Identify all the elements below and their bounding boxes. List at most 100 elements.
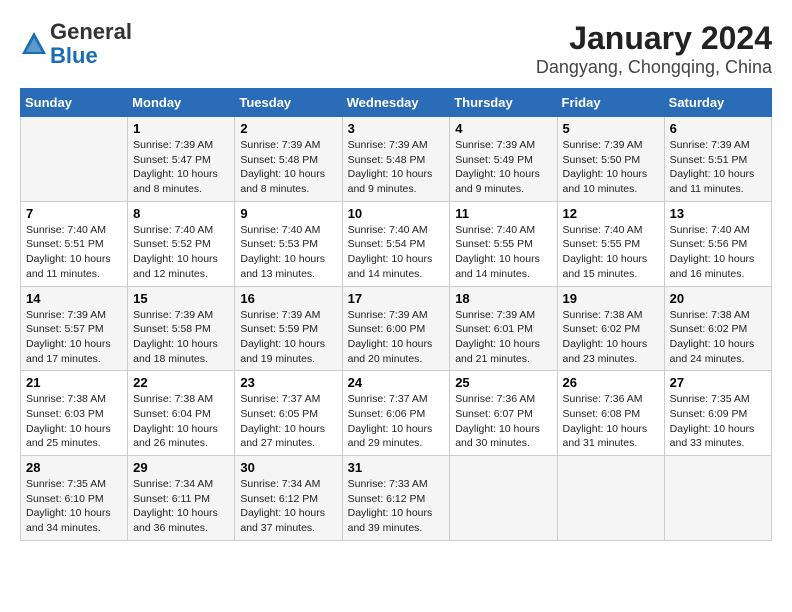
day-number: 20	[670, 291, 766, 306]
day-info: Sunrise: 7:38 AMSunset: 6:02 PMDaylight:…	[670, 308, 766, 367]
day-info: Sunrise: 7:39 AMSunset: 5:51 PMDaylight:…	[670, 138, 766, 197]
header-sunday: Sunday	[21, 89, 128, 117]
day-info: Sunrise: 7:38 AMSunset: 6:03 PMDaylight:…	[26, 392, 122, 451]
day-number: 9	[240, 206, 336, 221]
day-info: Sunrise: 7:40 AMSunset: 5:51 PMDaylight:…	[26, 223, 122, 282]
page-subtitle: Dangyang, Chongqing, China	[536, 57, 772, 78]
calendar-cell: 12Sunrise: 7:40 AMSunset: 5:55 PMDayligh…	[557, 201, 664, 286]
day-info: Sunrise: 7:39 AMSunset: 5:58 PMDaylight:…	[133, 308, 229, 367]
calendar-cell: 2Sunrise: 7:39 AMSunset: 5:48 PMDaylight…	[235, 117, 342, 202]
calendar-cell: 3 Sunrise: 7:39 AMSunset: 5:48 PMDaylight…	[342, 117, 450, 202]
page-header: General Blue January 2024 Dangyang, Chon…	[20, 20, 772, 78]
day-info: Sunrise: 7:35 AMSunset: 6:09 PMDaylight:…	[670, 392, 766, 451]
calendar-cell: 6 Sunrise: 7:39 AMSunset: 5:51 PMDaylight…	[664, 117, 771, 202]
page-title: January 2024	[536, 20, 772, 57]
day-info: Sunrise: 7:38 AMSunset: 6:04 PMDaylight:…	[133, 392, 229, 451]
day-number: 29	[133, 460, 229, 475]
calendar-cell: 11 Sunrise: 7:40 AMSunset: 5:55 PMDayligh…	[450, 201, 557, 286]
calendar-cell: 21 Sunrise: 7:38 AMSunset: 6:03 PMDayligh…	[21, 371, 128, 456]
day-number: 23	[240, 375, 336, 390]
day-number: 21	[26, 375, 122, 390]
calendar-cell: 9 Sunrise: 7:40 AMSunset: 5:53 PMDaylight…	[235, 201, 342, 286]
day-info: Sunrise: 7:39 AMSunset: 5:47 PMDaylight:…	[133, 138, 229, 197]
header-row: SundayMondayTuesdayWednesdayThursdayFrid…	[21, 89, 772, 117]
day-info: Sunrise: 7:39 AMSunset: 5:48 PMDaylight:…	[348, 138, 445, 197]
day-number: 3	[348, 121, 445, 136]
day-info: Sunrise: 7:40 AMSunset: 5:52 PMDaylight:…	[133, 223, 229, 282]
logo-text: General Blue	[50, 20, 132, 68]
day-number: 25	[455, 375, 551, 390]
header-saturday: Saturday	[664, 89, 771, 117]
day-info: Sunrise: 7:36 AMSunset: 6:08 PMDaylight:…	[563, 392, 659, 451]
calendar-cell: 29 Sunrise: 7:34 AMSunset: 6:11 PMDayligh…	[128, 456, 235, 541]
day-number: 4	[455, 121, 551, 136]
calendar-cell: 5Sunrise: 7:39 AMSunset: 5:50 PMDaylight…	[557, 117, 664, 202]
day-number: 7	[26, 206, 122, 221]
day-info: Sunrise: 7:39 AMSunset: 5:57 PMDaylight:…	[26, 308, 122, 367]
day-info: Sunrise: 7:40 AMSunset: 5:53 PMDaylight:…	[240, 223, 336, 282]
day-info: Sunrise: 7:34 AMSunset: 6:11 PMDaylight:…	[133, 477, 229, 536]
day-info: Sunrise: 7:39 AMSunset: 6:01 PMDaylight:…	[455, 308, 551, 367]
day-number: 14	[26, 291, 122, 306]
day-number: 18	[455, 291, 551, 306]
calendar-cell	[664, 456, 771, 541]
calendar-cell: 31Sunrise: 7:33 AMSunset: 6:12 PMDayligh…	[342, 456, 450, 541]
week-row-4: 21 Sunrise: 7:38 AMSunset: 6:03 PMDayligh…	[21, 371, 772, 456]
calendar-cell: 20 Sunrise: 7:38 AMSunset: 6:02 PMDayligh…	[664, 286, 771, 371]
day-info: Sunrise: 7:37 AMSunset: 6:06 PMDaylight:…	[348, 392, 445, 451]
day-info: Sunrise: 7:33 AMSunset: 6:12 PMDaylight:…	[348, 477, 445, 536]
day-number: 22	[133, 375, 229, 390]
day-info: Sunrise: 7:40 AMSunset: 5:55 PMDaylight:…	[563, 223, 659, 282]
day-info: Sunrise: 7:40 AMSunset: 5:55 PMDaylight:…	[455, 223, 551, 282]
calendar-cell: 16 Sunrise: 7:39 AMSunset: 5:59 PMDayligh…	[235, 286, 342, 371]
calendar-cell: 13 Sunrise: 7:40 AMSunset: 5:56 PMDayligh…	[664, 201, 771, 286]
day-number: 24	[348, 375, 445, 390]
day-info: Sunrise: 7:38 AMSunset: 6:02 PMDaylight:…	[563, 308, 659, 367]
day-number: 17	[348, 291, 445, 306]
calendar-cell: 4 Sunrise: 7:39 AMSunset: 5:49 PMDaylight…	[450, 117, 557, 202]
calendar-table: SundayMondayTuesdayWednesdayThursdayFrid…	[20, 88, 772, 541]
day-info: Sunrise: 7:34 AMSunset: 6:12 PMDaylight:…	[240, 477, 336, 536]
day-number: 26	[563, 375, 659, 390]
calendar-cell: 10 Sunrise: 7:40 AMSunset: 5:54 PMDayligh…	[342, 201, 450, 286]
calendar-cell	[557, 456, 664, 541]
day-info: Sunrise: 7:39 AMSunset: 5:49 PMDaylight:…	[455, 138, 551, 197]
day-number: 30	[240, 460, 336, 475]
day-number: 13	[670, 206, 766, 221]
header-friday: Friday	[557, 89, 664, 117]
calendar-cell: 17Sunrise: 7:39 AMSunset: 6:00 PMDayligh…	[342, 286, 450, 371]
day-info: Sunrise: 7:39 AMSunset: 5:59 PMDaylight:…	[240, 308, 336, 367]
calendar-cell: 1Sunrise: 7:39 AMSunset: 5:47 PMDaylight…	[128, 117, 235, 202]
week-row-3: 14 Sunrise: 7:39 AMSunset: 5:57 PMDayligh…	[21, 286, 772, 371]
week-row-1: 1Sunrise: 7:39 AMSunset: 5:47 PMDaylight…	[21, 117, 772, 202]
calendar-cell: 15 Sunrise: 7:39 AMSunset: 5:58 PMDayligh…	[128, 286, 235, 371]
day-number: 8	[133, 206, 229, 221]
day-number: 15	[133, 291, 229, 306]
week-row-2: 7 Sunrise: 7:40 AMSunset: 5:51 PMDaylight…	[21, 201, 772, 286]
calendar-cell	[450, 456, 557, 541]
header-thursday: Thursday	[450, 89, 557, 117]
day-number: 27	[670, 375, 766, 390]
day-info: Sunrise: 7:40 AMSunset: 5:56 PMDaylight:…	[670, 223, 766, 282]
day-number: 16	[240, 291, 336, 306]
day-number: 28	[26, 460, 122, 475]
day-number: 2	[240, 121, 336, 136]
calendar-cell	[21, 117, 128, 202]
day-info: Sunrise: 7:40 AMSunset: 5:54 PMDaylight:…	[348, 223, 445, 282]
day-number: 11	[455, 206, 551, 221]
calendar-cell: 23Sunrise: 7:37 AMSunset: 6:05 PMDayligh…	[235, 371, 342, 456]
calendar-cell: 14 Sunrise: 7:39 AMSunset: 5:57 PMDayligh…	[21, 286, 128, 371]
calendar-cell: 7 Sunrise: 7:40 AMSunset: 5:51 PMDaylight…	[21, 201, 128, 286]
calendar-cell: 19Sunrise: 7:38 AMSunset: 6:02 PMDayligh…	[557, 286, 664, 371]
header-monday: Monday	[128, 89, 235, 117]
calendar-cell: 25 Sunrise: 7:36 AMSunset: 6:07 PMDayligh…	[450, 371, 557, 456]
header-tuesday: Tuesday	[235, 89, 342, 117]
calendar-cell: 30 Sunrise: 7:34 AMSunset: 6:12 PMDayligh…	[235, 456, 342, 541]
calendar-cell: 8 Sunrise: 7:40 AMSunset: 5:52 PMDaylight…	[128, 201, 235, 286]
day-info: Sunrise: 7:36 AMSunset: 6:07 PMDaylight:…	[455, 392, 551, 451]
day-number: 10	[348, 206, 445, 221]
day-number: 6	[670, 121, 766, 136]
header-wednesday: Wednesday	[342, 89, 450, 117]
calendar-cell: 26 Sunrise: 7:36 AMSunset: 6:08 PMDayligh…	[557, 371, 664, 456]
logo-icon	[20, 30, 48, 58]
